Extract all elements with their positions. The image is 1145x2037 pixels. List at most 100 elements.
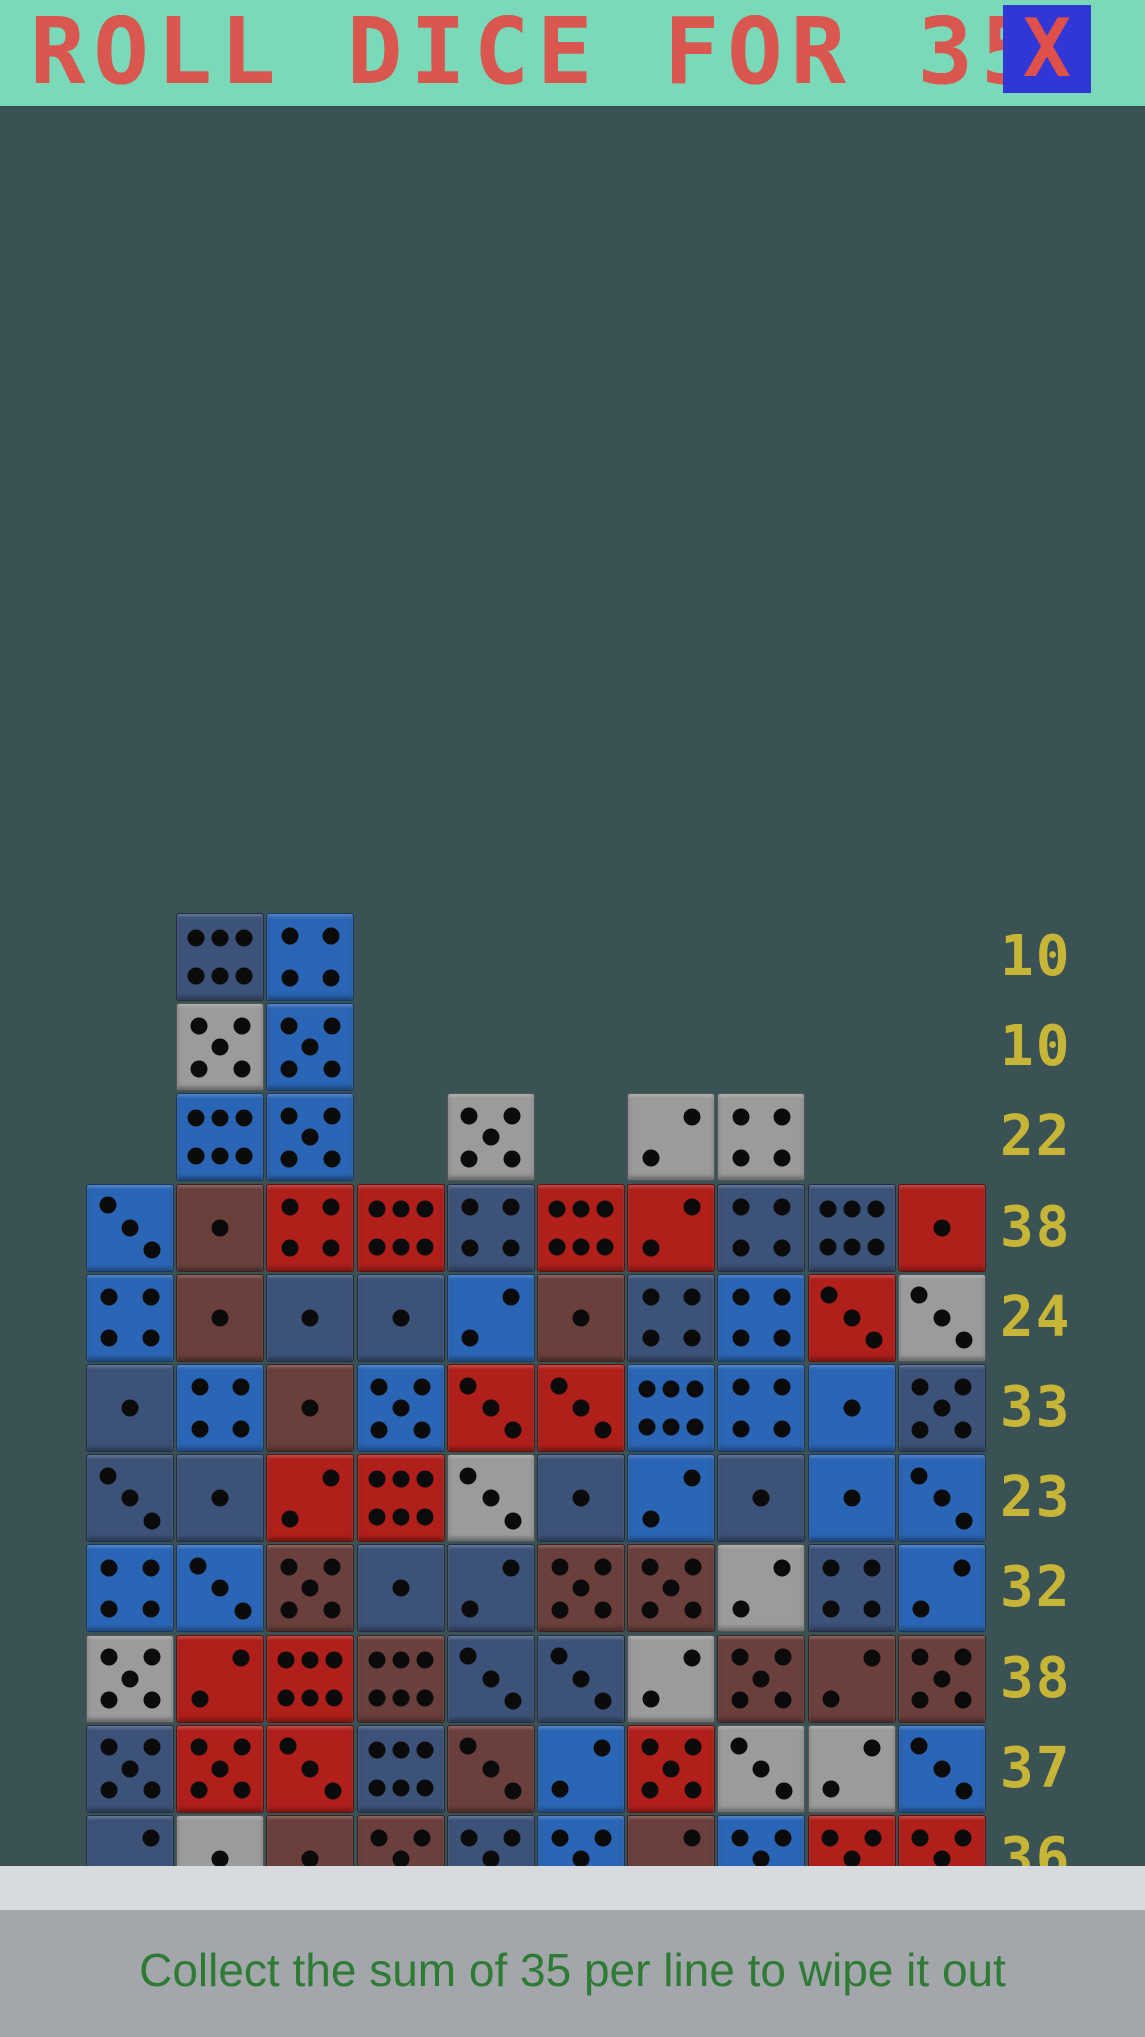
die-red-3[interactable] — [807, 1273, 896, 1362]
die-pip — [550, 1377, 568, 1395]
die-red-5[interactable] — [627, 1724, 716, 1813]
die-blue-6[interactable] — [627, 1364, 716, 1452]
die-brown-6[interactable] — [356, 1634, 445, 1723]
die-brown-1[interactable] — [266, 1364, 355, 1452]
die-pip — [933, 1489, 951, 1507]
die-red-6[interactable] — [356, 1454, 445, 1543]
die-navy-6[interactable] — [807, 1183, 896, 1272]
die-red-3[interactable] — [266, 1724, 355, 1813]
die-blue-5[interactable] — [356, 1364, 445, 1452]
die-red-3[interactable] — [537, 1364, 625, 1452]
die-gray-3[interactable] — [897, 1273, 986, 1362]
die-pip — [461, 1239, 479, 1257]
die-gray-5[interactable] — [176, 1003, 265, 1092]
die-navy-3[interactable] — [86, 1454, 174, 1543]
die-red-2[interactable] — [266, 1454, 355, 1543]
die-brown-5[interactable] — [897, 1634, 986, 1723]
die-navy-4[interactable] — [807, 1544, 896, 1633]
die-gray-3[interactable] — [446, 1454, 535, 1543]
die-pip — [301, 1128, 319, 1146]
die-blue-1[interactable] — [807, 1454, 896, 1543]
die-red-2[interactable] — [176, 1634, 265, 1723]
die-gray-3[interactable] — [717, 1724, 806, 1813]
die-pip — [638, 1380, 656, 1398]
die-pip — [279, 1737, 297, 1755]
die-blue-4[interactable] — [86, 1273, 174, 1362]
die-navy-1[interactable] — [86, 1364, 174, 1452]
die-brown-3[interactable] — [446, 1724, 535, 1813]
die-blue-4[interactable] — [176, 1364, 265, 1452]
die-pip — [683, 1829, 701, 1847]
die-pip — [211, 1850, 229, 1868]
die-blue-2[interactable] — [627, 1454, 716, 1543]
die-red-6[interactable] — [537, 1183, 625, 1272]
die-red-6[interactable] — [266, 1634, 355, 1723]
die-brown-5[interactable] — [266, 1544, 355, 1633]
die-blue-3[interactable] — [176, 1544, 265, 1633]
die-pip — [572, 1850, 590, 1868]
die-pip — [277, 1651, 295, 1669]
die-brown-1[interactable] — [537, 1273, 625, 1362]
die-navy-4[interactable] — [627, 1273, 716, 1362]
die-gray-2[interactable] — [627, 1634, 716, 1723]
die-blue-4[interactable] — [717, 1364, 806, 1452]
die-gray-4[interactable] — [717, 1093, 806, 1182]
die-red-5[interactable] — [176, 1724, 265, 1813]
die-brown-1[interactable] — [176, 1273, 265, 1362]
die-brown-5[interactable] — [627, 1544, 716, 1633]
die-blue-3[interactable] — [897, 1724, 986, 1813]
die-blue-4[interactable] — [717, 1273, 806, 1362]
die-pip — [121, 1489, 139, 1507]
die-blue-2[interactable] — [537, 1724, 625, 1813]
die-blue-2[interactable] — [897, 1544, 986, 1633]
die-navy-1[interactable] — [356, 1544, 445, 1633]
die-pip — [235, 967, 253, 985]
die-pip — [190, 1060, 208, 1078]
die-navy-3[interactable] — [537, 1634, 625, 1723]
die-blue-4[interactable] — [86, 1544, 174, 1633]
die-pip — [596, 1238, 614, 1255]
die-brown-5[interactable] — [717, 1634, 806, 1723]
die-navy-6[interactable] — [356, 1724, 445, 1813]
die-pip — [773, 1288, 791, 1306]
die-red-3[interactable] — [446, 1364, 535, 1452]
die-gray-5[interactable] — [86, 1634, 174, 1723]
die-red-2[interactable] — [627, 1183, 716, 1272]
die-blue-1[interactable] — [807, 1364, 896, 1452]
die-navy-1[interactable] — [717, 1454, 806, 1543]
die-brown-5[interactable] — [537, 1544, 625, 1633]
die-navy-4[interactable] — [446, 1183, 535, 1272]
die-blue-5[interactable] — [266, 1003, 355, 1092]
die-brown-2[interactable] — [807, 1634, 896, 1723]
die-navy-2[interactable] — [446, 1544, 535, 1633]
die-blue-2[interactable] — [446, 1273, 535, 1362]
die-gray-2[interactable] — [717, 1544, 806, 1633]
die-red-1[interactable] — [897, 1183, 986, 1272]
die-red-4[interactable] — [266, 1183, 355, 1272]
die-gray-2[interactable] — [627, 1093, 716, 1182]
die-navy-6[interactable] — [176, 913, 265, 1001]
die-red-6[interactable] — [356, 1183, 445, 1272]
die-gray-2[interactable] — [807, 1724, 896, 1813]
die-pip — [416, 1200, 434, 1218]
die-navy-1[interactable] — [356, 1273, 445, 1362]
die-navy-1[interactable] — [266, 1273, 355, 1362]
die-brown-1[interactable] — [176, 1183, 265, 1272]
die-blue-3[interactable] — [897, 1454, 986, 1543]
die-navy-4[interactable] — [717, 1183, 806, 1272]
die-pip — [642, 1149, 660, 1167]
die-navy-5[interactable] — [86, 1724, 174, 1813]
die-blue-4[interactable] — [266, 913, 355, 1001]
die-blue-3[interactable] — [86, 1183, 174, 1272]
die-pip — [482, 1670, 500, 1688]
die-blue-5[interactable] — [266, 1093, 355, 1182]
die-pip — [392, 1779, 410, 1797]
die-navy-3[interactable] — [446, 1634, 535, 1723]
die-navy-5[interactable] — [897, 1364, 986, 1452]
die-pip — [413, 1829, 431, 1846]
die-gray-5[interactable] — [446, 1093, 535, 1182]
die-navy-1[interactable] — [537, 1454, 625, 1543]
die-blue-6[interactable] — [176, 1093, 265, 1182]
die-navy-1[interactable] — [176, 1454, 265, 1543]
die-pip — [955, 1782, 973, 1800]
